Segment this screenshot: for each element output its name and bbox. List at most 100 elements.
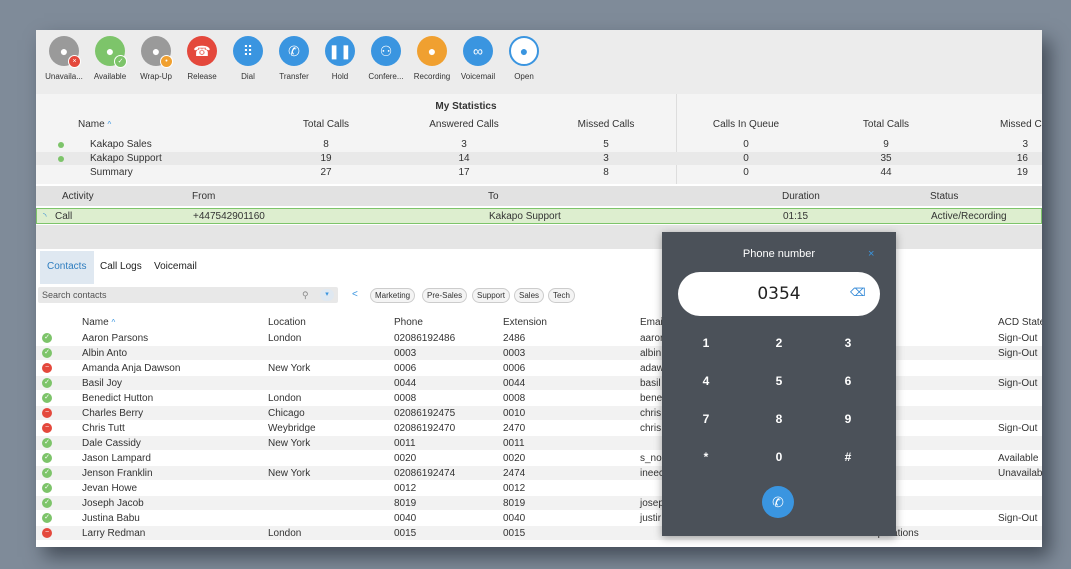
search-icon[interactable]: ⚲ (302, 289, 309, 302)
pause-icon: ❚❚ (328, 42, 352, 59)
user-unavailable-icon: ● (59, 43, 69, 59)
toolbar-button-open[interactable]: ● Open (500, 36, 548, 81)
filter-sales[interactable]: Sales (514, 288, 545, 303)
tab-contacts[interactable]: Contacts (47, 261, 86, 272)
contact-cell-name: Dale Cassidy (82, 438, 141, 449)
col-calls-in-queue-header[interactable]: Calls In Queue (696, 118, 796, 131)
dial-key-8[interactable]: 8 (759, 412, 799, 426)
col-contact-name-header[interactable]: Name ^ (82, 316, 115, 329)
search-input[interactable]: Search contacts ⚲ ▾ (38, 287, 338, 303)
col-duration-header[interactable]: Duration (782, 190, 820, 203)
filter-back-arrow[interactable]: < (352, 288, 358, 301)
col-total-calls-header[interactable]: Total Calls (276, 118, 376, 131)
contact-cell-phone: 02086192486 (394, 333, 456, 344)
statistics-cell-total2: 35 (880, 153, 892, 164)
tab-call-logs[interactable]: Call Logs (100, 261, 142, 272)
activity-header: Activity From To Duration Status (36, 186, 1042, 206)
col-activity-header[interactable]: Activity (62, 190, 94, 203)
col-email-header[interactable]: Emai (640, 316, 663, 329)
backspace-icon[interactable]: ⌫ (850, 288, 866, 299)
toolbar-button-available[interactable]: ● ✓ Available (86, 36, 134, 81)
contact-cell-ext: 2474 (503, 468, 526, 479)
toolbar-button-hold[interactable]: ❚❚ Hold (316, 36, 364, 81)
col-extension-header[interactable]: Extension (503, 316, 547, 329)
col-missed-calls-header[interactable]: Missed Calls (556, 118, 656, 131)
active-call-row[interactable]: ◝ Call +447542901160 Kakapo Support 01:1… (36, 208, 1042, 224)
contact-cell-ext: 8019 (503, 498, 526, 509)
col-missed-calls-2-header[interactable]: Missed Ca (1000, 118, 1042, 131)
col-phone-header[interactable]: Phone (394, 316, 423, 329)
toolbar-button-label: Confere... (368, 72, 404, 81)
tab-voicemail[interactable]: Voicemail (154, 261, 197, 272)
toolbar-button-wrapup[interactable]: ● • Wrap-Up (132, 36, 180, 81)
statistics-title: My Statistics (435, 101, 497, 112)
activity-type: Call (55, 211, 73, 222)
toolbar-button-label: Open (514, 72, 534, 81)
col-total-calls-2-header[interactable]: Total Calls (836, 118, 936, 131)
contact-cell-acd: Available (998, 453, 1039, 464)
col-to-header[interactable]: To (488, 190, 499, 203)
contact-cell-email: justir (640, 513, 662, 524)
dial-key-3[interactable]: 3 (828, 336, 868, 350)
toolbar-button-label: Available (93, 72, 127, 81)
dial-key-star[interactable]: * (686, 450, 726, 464)
col-status-header[interactable]: Status (930, 190, 958, 203)
contact-cell-acd: Sign-Out (998, 513, 1038, 524)
contact-cell-name: Justina Babu (82, 513, 140, 524)
col-answered-calls-header[interactable]: Answered Calls (414, 118, 514, 131)
contact-cell-email: chris (640, 423, 662, 434)
dial-key-2[interactable]: 2 (759, 336, 799, 350)
dial-key-7[interactable]: 7 (686, 412, 726, 426)
toolbar-button-transfer[interactable]: ✆ Transfer (270, 36, 318, 81)
dial-key-9[interactable]: 9 (828, 412, 868, 426)
filter-marketing[interactable]: Marketing (370, 288, 416, 303)
toolbar-button-recording[interactable]: ● Recording (408, 36, 456, 81)
contact-cell-location: London (268, 393, 302, 404)
close-icon[interactable]: × (868, 248, 874, 260)
toolbar-button-release[interactable]: ☎ Release (178, 36, 226, 81)
busy-status-icon: − (42, 423, 52, 433)
dial-key-6[interactable]: 6 (828, 374, 868, 388)
call-button[interactable]: ✆ (762, 486, 794, 518)
call-toolbar: ● × Unavaila... ● ✓ Available ● • Wrap-Up ☎ Releas… (36, 30, 1042, 94)
dial-key-5[interactable]: 5 (759, 374, 799, 388)
col-name-header[interactable]: Name ^ (78, 118, 111, 131)
col-acd-state-header[interactable]: ACD State (998, 316, 1042, 329)
toolbar-button-label: Hold (331, 72, 349, 81)
statistics-cell-name: Kakapo Support (90, 153, 162, 164)
statistics-cell-total2: 9 (883, 139, 889, 150)
filter-tech[interactable]: Tech (548, 288, 575, 303)
statistics-header-row: Name ^ Total Calls Answered Calls Missed… (36, 118, 1042, 131)
contact-cell-email: s_no (640, 453, 662, 464)
dial-key-1[interactable]: 1 (686, 336, 726, 350)
toolbar-button-label: Transfer (279, 72, 309, 81)
toolbar-button-dial[interactable]: ⠿ Dial (224, 36, 272, 81)
col-location-header[interactable]: Location (268, 316, 306, 329)
contact-cell-ext: 0008 (503, 393, 526, 404)
statistics-panel: My Statistics Name ^ Total Calls Answere… (36, 94, 1042, 184)
contact-cell-phone: 0015 (394, 528, 417, 539)
statistics-cell-total: 19 (320, 153, 332, 164)
dial-key-4[interactable]: 4 (686, 374, 726, 388)
statistics-row: Summary 27 17 8 0 44 19 (36, 166, 1042, 179)
toolbar-button-label: Unavaila... (45, 72, 83, 81)
contact-cell-ext: 2486 (503, 333, 526, 344)
available-status-icon: ✓ (42, 453, 52, 463)
col-from-header[interactable]: From (192, 190, 215, 203)
contact-cell-email: basil (640, 378, 661, 389)
chevron-down-icon[interactable]: ▾ (320, 289, 334, 301)
filter-support[interactable]: Support (472, 288, 511, 303)
contact-cell-email: ineec (640, 468, 664, 479)
dial-key-hash[interactable]: # (828, 450, 868, 464)
contact-cell-phone: 0011 (394, 438, 416, 449)
toolbar-button-confere[interactable]: ⚇ Confere... (362, 36, 410, 81)
contact-cell-phone: 0008 (394, 393, 417, 404)
activity-duration: 01:15 (783, 211, 809, 222)
phone-number-field[interactable]: 0354 ⌫ (678, 272, 880, 316)
filter-presales[interactable]: Pre-Sales (422, 288, 468, 303)
toolbar-button-voicemail[interactable]: ∞ Voicemail (454, 36, 502, 81)
toolbar-button-unavaila[interactable]: ● × Unavaila... (40, 36, 88, 81)
available-status-icon: ✓ (42, 378, 52, 388)
dial-key-0[interactable]: 0 (759, 450, 799, 464)
voicemail-icon: ∞ (473, 43, 483, 59)
